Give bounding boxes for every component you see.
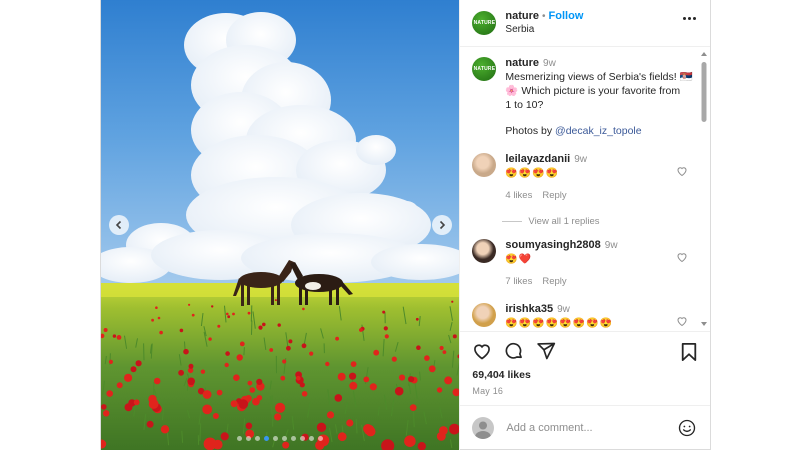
comments-list[interactable]: NATURE nature 9w Mesmerizing views of Ser… [460, 47, 710, 331]
comment-input[interactable] [506, 421, 677, 434]
comment-time: 9w [557, 304, 570, 315]
emoji-button[interactable] [678, 419, 696, 442]
avatar[interactable] [472, 303, 497, 327]
landscape-image [101, 0, 460, 450]
share-icon [537, 342, 556, 360]
comment-icon [505, 342, 523, 359]
avatar [472, 416, 495, 439]
post-date[interactable]: May 16 [472, 386, 698, 396]
caption-time: 9w [543, 58, 556, 69]
comment-text: 😍😍😍😍 [505, 168, 560, 179]
avatar[interactable]: NATURE [472, 57, 497, 81]
comment-username[interactable]: leilayazdanii [505, 153, 570, 165]
comment-username[interactable]: irishka35 [505, 303, 553, 315]
smiley-icon [678, 419, 696, 437]
comments-scrollbar[interactable] [700, 50, 708, 328]
chevron-left-icon [115, 220, 122, 230]
comment-likes[interactable]: 4 likes [505, 190, 532, 201]
carousel-dot [282, 436, 288, 441]
next-slide-button[interactable] [432, 215, 452, 235]
comment-composer [460, 405, 710, 449]
comment-likes[interactable]: 7 likes [505, 276, 532, 287]
bookmark-icon [681, 343, 697, 361]
comment-username[interactable]: soumyasingh2808 [505, 239, 600, 251]
logo-text: NATURE [473, 20, 496, 26]
save-button[interactable] [680, 342, 698, 367]
separator: • [542, 11, 546, 22]
reply-button[interactable]: Reply [542, 276, 566, 287]
caption-username[interactable]: nature [505, 57, 539, 69]
comment-text: 😍❤️ [505, 254, 533, 265]
carousel-indicator [101, 436, 459, 441]
post-actions: 69,404 likes May 16 [460, 331, 710, 449]
mention-link[interactable]: @decak_iz_topole [555, 125, 642, 137]
post-location[interactable]: Serbia [505, 23, 583, 36]
comment-item: soumyasingh2808 9w 😍❤️ 7 likes Reply [472, 239, 698, 288]
view-replies-button[interactable]: View all 1 replies [502, 216, 698, 227]
carousel-dot [291, 436, 297, 441]
post-username[interactable]: nature [505, 10, 539, 22]
photos-by-label: Photos by [505, 125, 556, 137]
chevron-right-icon [439, 220, 446, 230]
caption: NATURE nature 9w Mesmerizing views of Ser… [472, 47, 698, 138]
likes-count[interactable]: 69,404 likes [472, 369, 698, 381]
more-options-button[interactable] [683, 17, 696, 20]
carousel-dot [246, 436, 252, 441]
avatar[interactable] [472, 153, 497, 177]
avatar[interactable]: NATURE [472, 11, 497, 35]
post-header: NATURE nature • Follow Serbia [460, 0, 710, 47]
view-replies-label: View all 1 replies [528, 216, 600, 227]
post-modal: NATURE nature • Follow Serbia NATURE natur… [100, 0, 711, 450]
comment-button[interactable] [504, 341, 524, 361]
caption-text-line2: 🌸 Which picture is your favorite from [505, 85, 681, 97]
heart-icon[interactable] [676, 165, 688, 177]
post-side-panel: NATURE nature • Follow Serbia NATURE natur… [459, 0, 710, 450]
caption-text-line1: Mesmerizing views of Serbia's fields! 🇷🇸 [505, 71, 693, 83]
avatar[interactable] [472, 239, 497, 263]
share-button[interactable] [536, 341, 556, 361]
comment-time: 9w [574, 154, 588, 165]
follow-button[interactable]: Follow [549, 10, 584, 22]
reply-button[interactable]: Reply [542, 190, 566, 201]
carousel-dot [273, 436, 279, 441]
carousel-dot [309, 436, 315, 441]
heart-icon[interactable] [676, 251, 688, 263]
comment-time: 9w [604, 240, 618, 251]
caption-text-line3: 1 to 10? [505, 99, 544, 111]
logo-text: NATURE [473, 66, 496, 72]
comment-text: 😍😍😍😍😍😍😍😍 [505, 318, 614, 329]
carousel-dot [300, 436, 306, 441]
comment-item: irishka35 9w 😍😍😍😍😍😍😍😍 [472, 303, 698, 330]
more-icon [683, 17, 686, 20]
carousel-dot [255, 436, 261, 441]
carousel-dot [264, 436, 270, 441]
carousel-dot [237, 436, 243, 441]
like-button[interactable] [472, 341, 492, 361]
heart-icon [474, 344, 491, 360]
previous-slide-button[interactable] [109, 215, 129, 235]
heart-icon[interactable] [676, 315, 688, 327]
carousel-dot [318, 436, 324, 441]
post-photo [101, 0, 460, 450]
comment-item: leilayazdanii 9w 😍😍😍😍 4 likes Reply [472, 153, 698, 202]
